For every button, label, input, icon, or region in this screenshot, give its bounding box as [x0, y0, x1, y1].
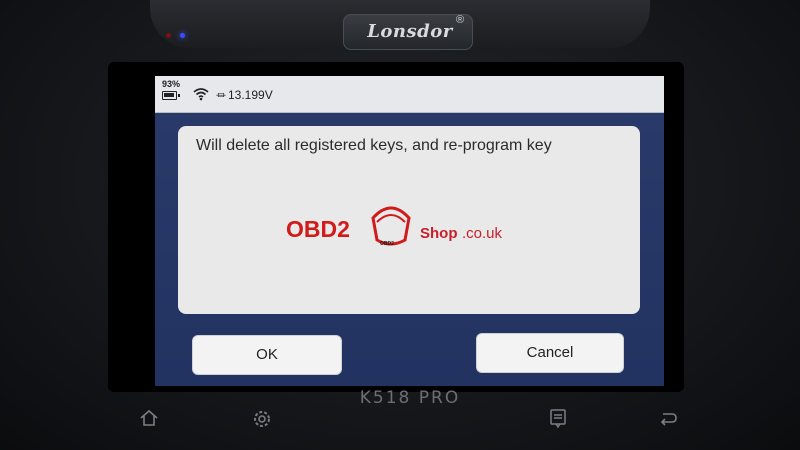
home-icon[interactable]	[139, 408, 159, 428]
model-label: K518 PRO	[359, 388, 461, 408]
menu-icon[interactable]	[548, 408, 568, 428]
voltage-value: 13.199V	[228, 88, 273, 102]
dialog-message: Will delete all registered keys, and re-…	[196, 137, 552, 154]
voltage-readout: ⏛ 13.199V	[216, 87, 273, 102]
watermark-small-text: OBD2	[380, 241, 394, 247]
watermark-obd2: OBD2	[286, 216, 350, 242]
power-indicator-led	[166, 33, 171, 38]
status-indicator-led	[180, 33, 185, 38]
car-battery-icon: ⏛	[216, 91, 226, 102]
back-icon[interactable]	[657, 408, 679, 428]
cancel-button[interactable]: Cancel	[476, 333, 624, 373]
registered-mark: ®	[456, 14, 465, 26]
ok-button[interactable]: OK	[192, 335, 342, 375]
watermark-domain: .co.uk	[462, 225, 503, 242]
settings-icon[interactable]	[251, 408, 273, 430]
device-body: Lonsdor ® 93% ⏛ 13.199V Will delete all r…	[0, 0, 800, 450]
brand-logo: Lonsdor	[367, 21, 453, 42]
battery-icon	[162, 91, 180, 100]
battery-percent: 93%	[162, 79, 181, 89]
wifi-icon	[193, 88, 209, 101]
watermark-shop: Shop	[420, 225, 458, 242]
